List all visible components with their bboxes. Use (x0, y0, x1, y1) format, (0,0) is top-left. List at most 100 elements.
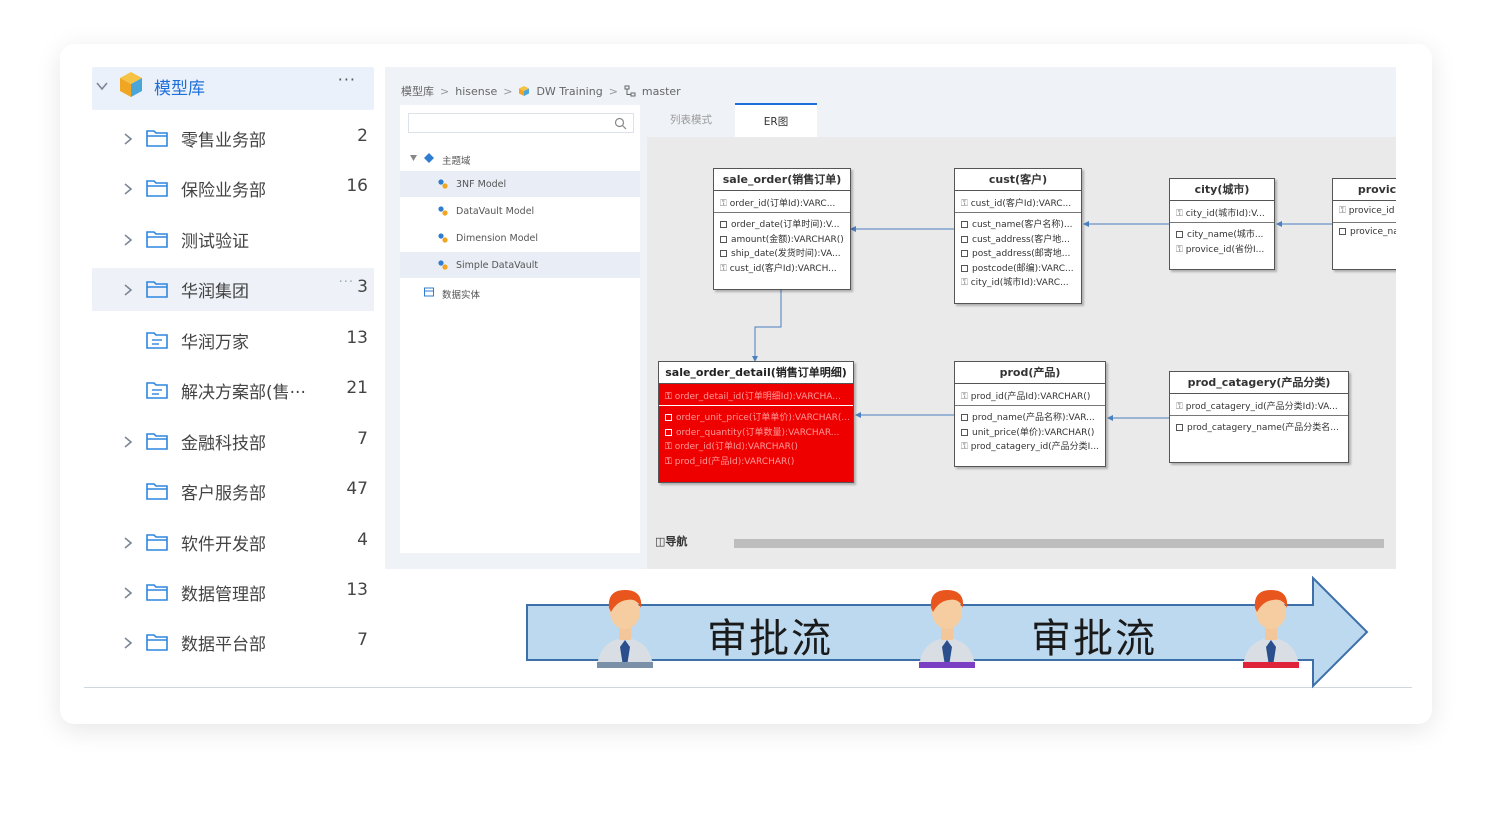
navigator-toggle[interactable]: ◫导航 (655, 533, 687, 549)
caret-down-icon[interactable] (410, 155, 417, 161)
tree-item[interactable]: 金融科技部 7 (92, 420, 374, 463)
breadcrumb: 模型库 > hisense > DW Training > master (401, 83, 681, 99)
er-table-prod-catagery[interactable]: prod_catagery(产品分类) ⚿ prod_catagery_id(产… (1169, 371, 1349, 463)
er-field: ⚿ cust_id(客户Id):VARCH... (720, 261, 850, 276)
er-field-text: order_detail_id(订单明细Id):VARCHA... (674, 392, 841, 402)
er-table-cust[interactable]: cust(客户) ⚿ cust_id(客户Id):VARC... cust_na… (954, 168, 1082, 304)
folder-icon (146, 130, 168, 147)
chevron-right-icon[interactable] (122, 636, 134, 650)
breadcrumb-item[interactable]: master (642, 85, 681, 98)
tree-node-subject-area[interactable]: 主题域 (400, 145, 640, 171)
tree-item-count: 7 (357, 429, 368, 449)
subject-area-icon (424, 153, 434, 163)
chevron-right-icon[interactable] (122, 132, 134, 146)
column-icon (665, 428, 672, 436)
tree-item-count: 16 (346, 176, 368, 196)
breadcrumb-item[interactable]: hisense (455, 85, 497, 98)
column-icon (961, 221, 968, 228)
er-table-title: sale_order(销售订单) (714, 169, 850, 191)
er-table-prod[interactable]: prod(产品) ⚿ prod_id(产品Id):VARCHAR() prod_… (954, 361, 1106, 467)
er-table-provice[interactable]: provic ⚿ provice_id provice_na (1332, 178, 1396, 270)
chevron-right-icon[interactable] (122, 536, 134, 550)
tree-item-label: 零售业务部 (181, 131, 266, 151)
tree-item-label: 软件开发部 (181, 535, 266, 555)
column-icon (1176, 424, 1183, 431)
tree-item-count: 3 (357, 277, 368, 297)
er-field-text: city_id(城市Id):VARC... (970, 278, 1069, 288)
er-field: city_name(城市... (1176, 227, 1274, 242)
er-table-sale-order-detail[interactable]: sale_order_detail(销售订单明细) ⚿ order_detail… (658, 361, 854, 483)
er-table-city[interactable]: city(城市) ⚿ city_id(城市Id):V... city_name(… (1169, 178, 1275, 270)
tab-er-diagram[interactable]: ER图 (735, 103, 817, 137)
person-icon (919, 590, 975, 668)
er-primary-key: ⚿ cust_id(客户Id):VARC... (955, 191, 1081, 213)
tree-item[interactable]: 解决方案部(售··· 21 (92, 369, 374, 412)
er-field: ⚿ city_id(城市Id):VARC... (961, 275, 1081, 290)
tree-node-model[interactable]: DataVault Model (400, 198, 640, 224)
tree-node-model[interactable]: Dimension Model (400, 225, 640, 251)
er-field-text: amount(金额):VARCHAR() (731, 234, 844, 245)
flow-step-label: 审批流 (1031, 616, 1157, 662)
er-field-text: provice_id(省份I... (1185, 244, 1265, 255)
tree-root-model-library[interactable]: 模型库 ··· (92, 67, 374, 110)
horizontal-scrollbar[interactable] (734, 539, 1384, 548)
view-tabs: 列表模式 ER图 (647, 101, 1396, 137)
er-field: order_date(订单时间):V... (720, 217, 850, 232)
navigator-icon: ◫ (655, 535, 666, 548)
tree-node-model[interactable]: Simple DataVault (400, 252, 640, 278)
er-field-text: order_unit_price(订单单价):VARCHAR(... (676, 413, 850, 423)
chevron-right-icon[interactable] (122, 435, 134, 449)
breadcrumb-item[interactable]: 模型库 (401, 83, 434, 99)
shared-folder-icon (146, 382, 168, 399)
er-field: order_quantity(订单数量):VARCHAR... (665, 425, 853, 440)
tree-item[interactable]: 数据平台部 7 (92, 621, 374, 664)
chevron-right-icon[interactable] (122, 182, 134, 196)
chevron-right-icon[interactable] (122, 233, 134, 247)
more-icon[interactable]: ··· (338, 70, 356, 89)
er-primary-key: ⚿ prod_catagery_id(产品分类Id):VA... (1170, 394, 1348, 416)
er-field-text: cust_name(客户名称)... (972, 220, 1073, 230)
branch-icon (624, 85, 636, 97)
tree-node-model[interactable]: 3NF Model (400, 171, 640, 197)
er-diagram-canvas[interactable]: sale_order(销售订单) ⚿ order_id(订单Id):VARC..… (647, 137, 1396, 569)
column-icon (1339, 228, 1346, 235)
tree-item[interactable]: 保险业务部 16 (92, 167, 374, 210)
key-icon: ⚿ (961, 392, 968, 402)
tree-item[interactable]: 软件开发部 4 (92, 521, 374, 564)
er-table-title: sale_order_detail(销售订单明细) (659, 362, 853, 384)
er-field: prod_catagery_name(产品分类名... (1176, 420, 1348, 435)
column-icon (720, 221, 727, 228)
approver-avatar (1239, 584, 1303, 668)
tree-item[interactable]: 数据管理部 13 (92, 571, 374, 614)
tree-item[interactable]: 测试验证 (92, 218, 374, 261)
folder-icon (146, 231, 168, 248)
tree-item-count: 7 (357, 630, 368, 650)
tree-node-entities[interactable]: 数据实体 (400, 279, 640, 305)
chevron-right-icon[interactable] (122, 283, 134, 297)
tree-item[interactable]: 华润万家 13 (92, 319, 374, 362)
tree-item[interactable]: 零售业务部 2 (92, 117, 374, 160)
tree-root-label: 模型库 (154, 79, 205, 99)
er-field-text: order_date(订单时间):V... (731, 220, 840, 230)
tree-item-count: 4 (357, 530, 368, 550)
key-icon: ⚿ (1339, 206, 1346, 216)
search-input[interactable] (408, 113, 634, 133)
er-field: ⚿ prod_id(产品Id):VARCHAR() (665, 454, 853, 469)
approval-flow: 审批流 审批流 (525, 576, 1371, 692)
breadcrumb-item[interactable]: DW Training (536, 85, 602, 98)
er-field-text: prod_catagery_name(产品分类名... (1187, 423, 1339, 433)
more-icon[interactable]: ··· (339, 275, 354, 290)
chevron-right-icon[interactable] (122, 586, 134, 600)
navigator-label: 导航 (665, 535, 688, 548)
er-table-sale-order[interactable]: sale_order(销售订单) ⚿ order_id(订单Id):VARC..… (713, 168, 851, 290)
chevron-down-icon[interactable] (95, 79, 109, 93)
tab-list-mode[interactable]: 列表模式 (651, 103, 731, 137)
tree-item-count: 2 (357, 126, 368, 146)
key-icon: ⚿ (961, 199, 968, 209)
column-icon (961, 414, 968, 421)
tree-item-label: 解决方案部(售··· (181, 383, 306, 403)
tree-item[interactable]: 华润集团 ··· 3 (92, 268, 374, 311)
search-icon[interactable] (614, 117, 627, 130)
tree-item[interactable]: 客户服务部 47 (92, 470, 374, 513)
er-field-list: prod_name(产品名称):VAR... unit_price(单价):VA… (955, 406, 1105, 454)
